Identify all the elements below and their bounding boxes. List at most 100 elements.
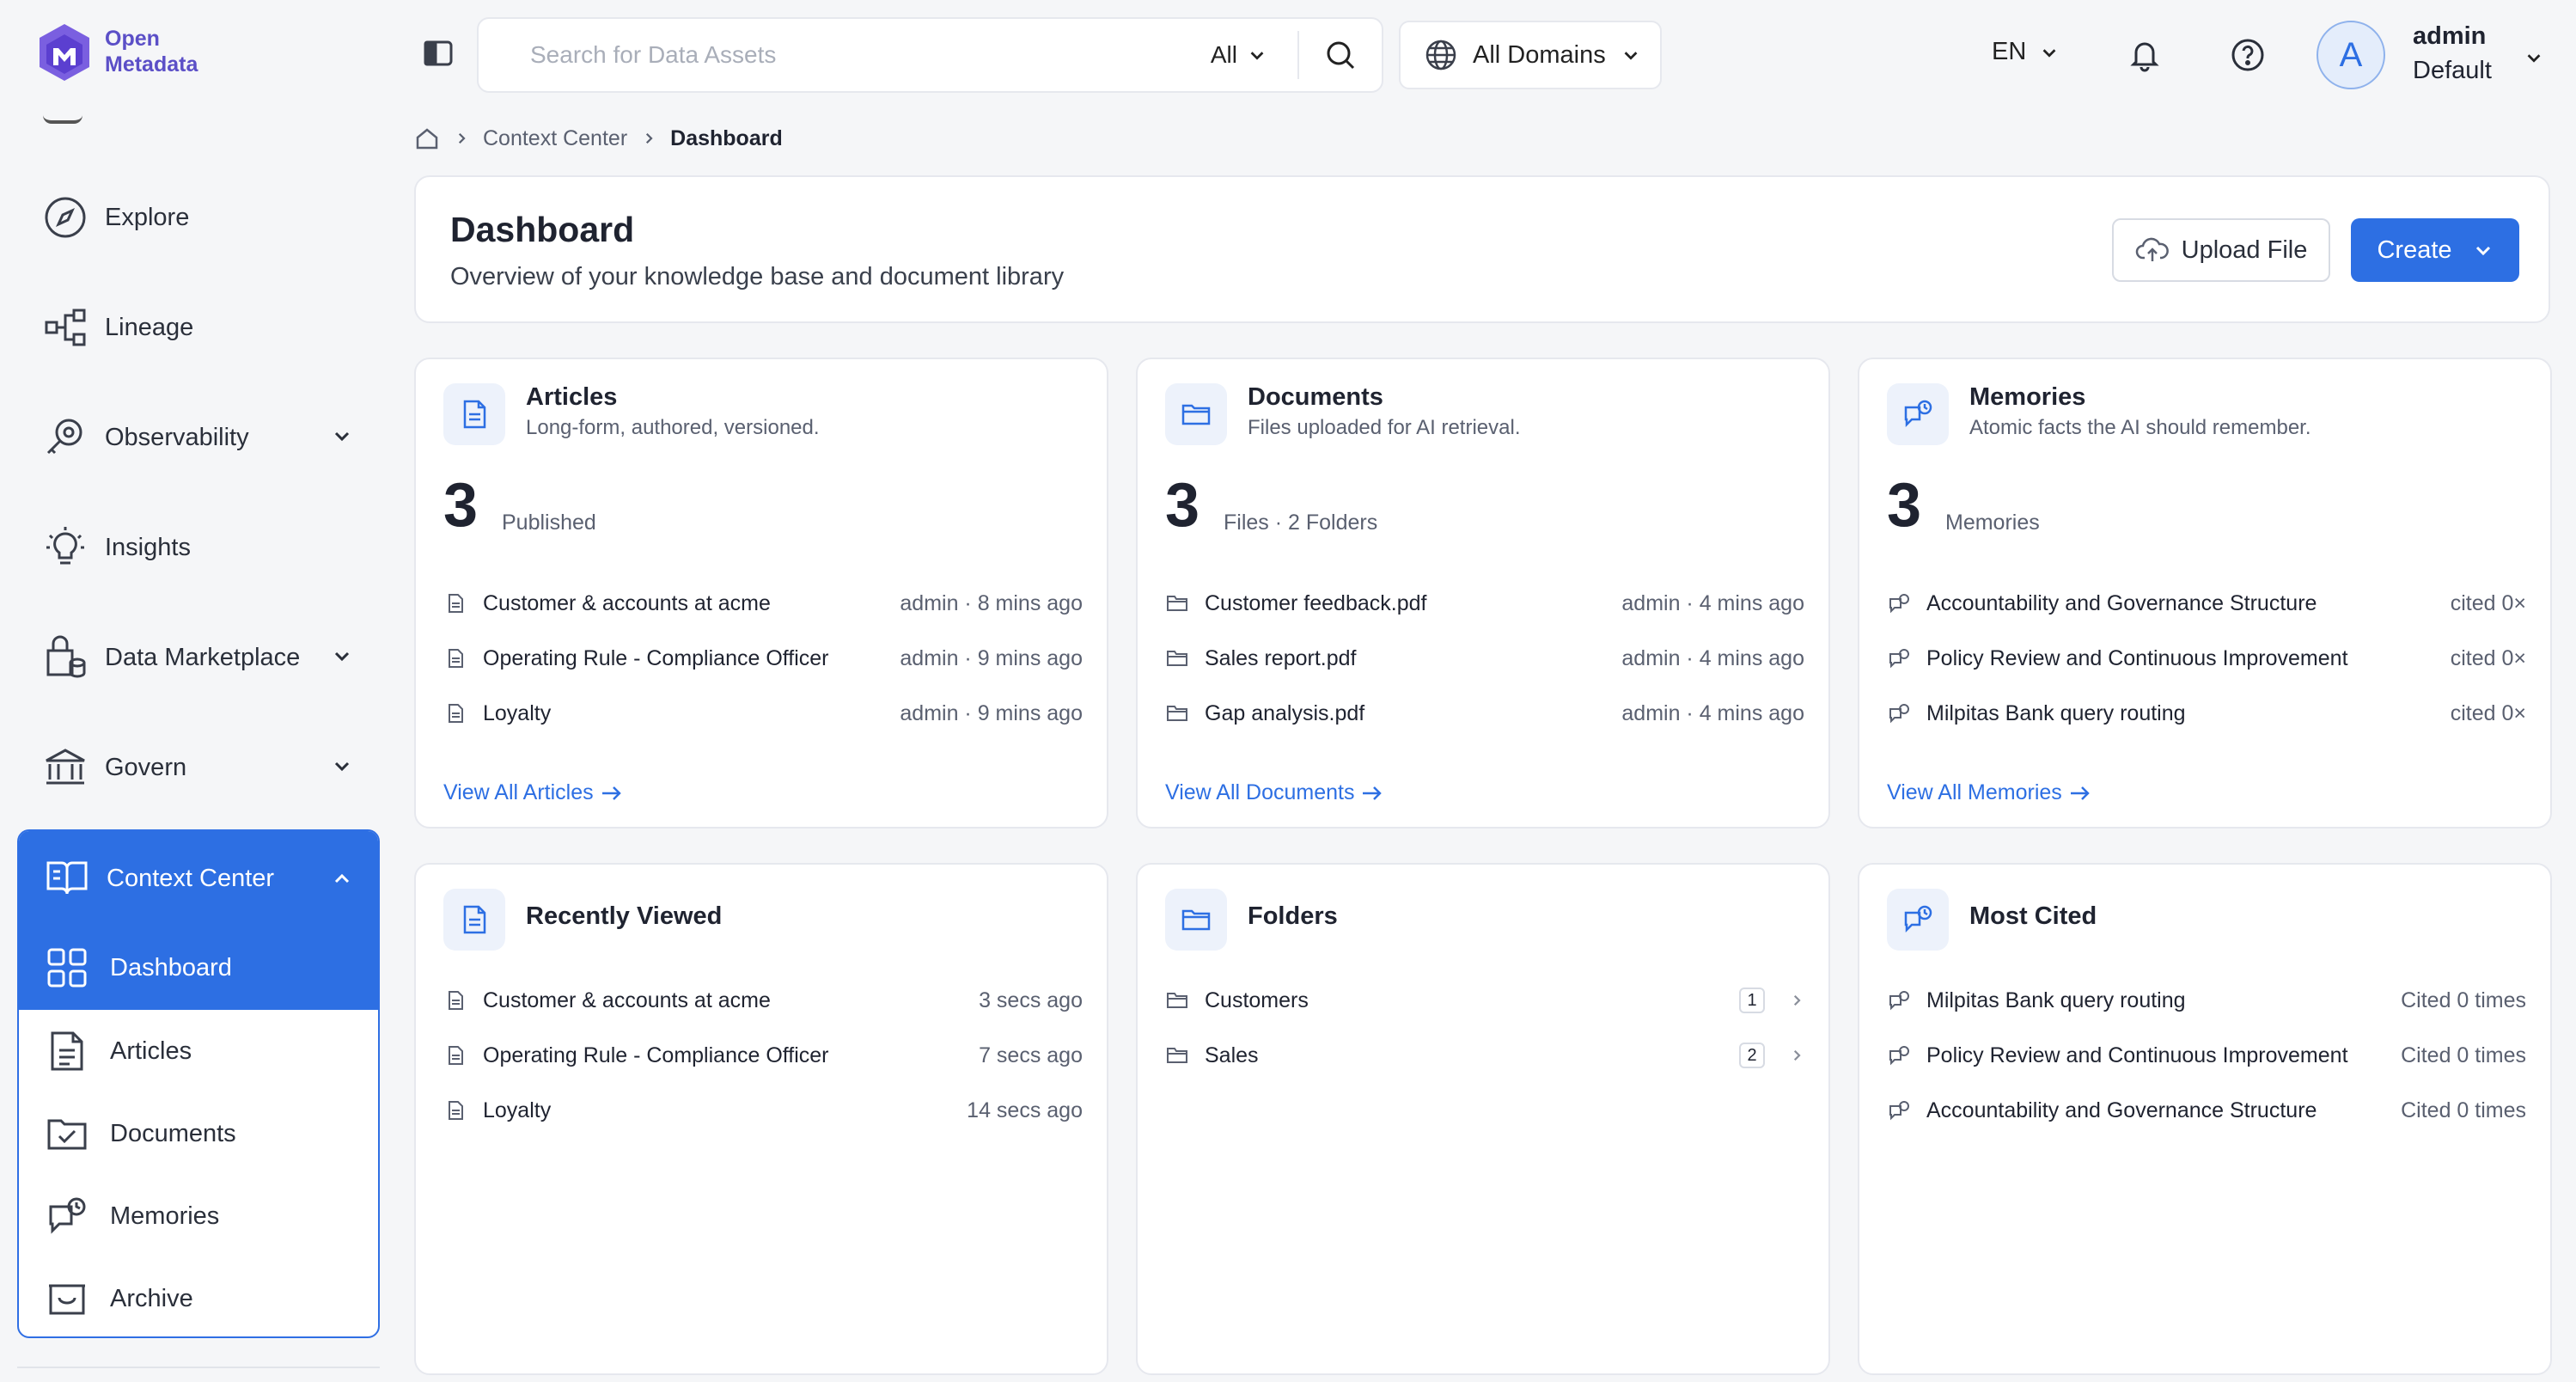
documents-card: Documents Files uploaded for AI retrieva… bbox=[1136, 358, 1830, 829]
list-item[interactable]: Loyalty 14 secs ago bbox=[443, 1083, 1083, 1138]
list-item-label: Operating Rule - Compliance Officer bbox=[483, 1043, 829, 1067]
list-item-label: Policy Review and Continuous Improvement bbox=[1926, 1043, 2348, 1067]
article-icon bbox=[443, 383, 505, 445]
memory-icon bbox=[1887, 701, 1911, 725]
list-item[interactable]: Milpitas Bank query routing Cited 0 time… bbox=[1887, 973, 2526, 1028]
list-item[interactable]: Operating Rule - Compliance Officer admi… bbox=[443, 631, 1083, 686]
user-role: Default bbox=[2413, 57, 2492, 84]
list-item[interactable]: Operating Rule - Compliance Officer 7 se… bbox=[443, 1028, 1083, 1083]
chevron-down-icon[interactable] bbox=[332, 755, 352, 776]
article-icon bbox=[443, 988, 467, 1012]
folder-list: Customers 1 Sales 2 bbox=[1165, 973, 1804, 1083]
chevron-down-icon[interactable] bbox=[2524, 48, 2543, 67]
view-all-articles-link[interactable]: View All Articles bbox=[443, 780, 623, 805]
create-label: Create bbox=[2377, 235, 2452, 264]
list-item[interactable]: Customers 1 bbox=[1165, 973, 1804, 1028]
list-item[interactable]: Sales report.pdf admin · 4 mins ago bbox=[1165, 631, 1804, 686]
sidebar-item-label: Observability bbox=[105, 423, 249, 451]
list-item[interactable]: Accountability and Governance Structure … bbox=[1887, 1083, 2526, 1138]
sidebar-item-explore[interactable]: Explore bbox=[17, 174, 378, 260]
view-all-documents-link[interactable]: View All Documents bbox=[1165, 780, 1383, 805]
list-item[interactable]: Customer & accounts at acme 3 secs ago bbox=[443, 973, 1083, 1028]
search-input[interactable] bbox=[479, 21, 1211, 89]
list-item[interactable]: Customer feedback.pdf admin · 4 mins ago bbox=[1165, 576, 1804, 631]
sidebar-item-label: Insights bbox=[105, 533, 191, 561]
sidebar-item-dashboard[interactable]: Dashboard bbox=[19, 926, 378, 1010]
list-item-meta: cited 0× bbox=[2450, 645, 2526, 670]
page-header: Dashboard Overview of your knowledge bas… bbox=[414, 175, 2550, 323]
most-cited-list: Milpitas Bank query routing Cited 0 time… bbox=[1887, 973, 2526, 1138]
nav-stub-icon bbox=[43, 112, 82, 124]
chevron-down-icon[interactable] bbox=[332, 645, 352, 666]
domain-label: All Domains bbox=[1473, 40, 1606, 69]
view-all-label: View All Articles bbox=[443, 780, 594, 804]
search-scope-dropdown[interactable]: All bbox=[1211, 31, 1299, 79]
list-item-label: Sales report.pdf bbox=[1205, 645, 1357, 670]
list-item[interactable]: Policy Review and Continuous Improvement… bbox=[1887, 631, 2526, 686]
list-item-meta: 3 secs ago bbox=[979, 988, 1083, 1012]
sidebar-item-observability[interactable]: Observability bbox=[17, 394, 378, 480]
breadcrumb-context-center[interactable]: Context Center bbox=[483, 126, 627, 151]
list-item[interactable]: Milpitas Bank query routing cited 0× bbox=[1887, 686, 2526, 741]
bell-icon[interactable] bbox=[2127, 38, 2162, 72]
sidebar-item-articles[interactable]: Articles bbox=[19, 1010, 378, 1092]
sidebar-item-label: Memories bbox=[110, 1202, 220, 1230]
list-item[interactable]: Sales 2 bbox=[1165, 1028, 1804, 1083]
recently-viewed-card: Recently Viewed Customer & accounts at a… bbox=[414, 863, 1108, 1375]
card-count-label: Published bbox=[502, 511, 596, 535]
grid-icon bbox=[45, 945, 89, 990]
sidebar-item-archive[interactable]: Archive bbox=[19, 1257, 378, 1336]
sidebar: Open Metadata Explore Lineage Observabil… bbox=[0, 0, 395, 1382]
domain-selector[interactable]: All Domains bbox=[1399, 21, 1662, 89]
list-item-meta: admin · 9 mins ago bbox=[900, 645, 1083, 670]
sidebar-item-context-center[interactable]: Context Center bbox=[19, 831, 378, 926]
sidebar-item-label: Explore bbox=[105, 203, 190, 231]
chevron-up-icon[interactable] bbox=[332, 869, 352, 890]
sidebar-item-insights[interactable]: Insights bbox=[17, 504, 378, 590]
list-item-meta: admin · 4 mins ago bbox=[1621, 700, 1804, 725]
list-item-label: Sales bbox=[1205, 1043, 1259, 1067]
home-icon[interactable] bbox=[414, 125, 440, 151]
memory-list: Accountability and Governance Structure … bbox=[1887, 576, 2526, 741]
memory-icon bbox=[1887, 889, 1949, 951]
article-icon bbox=[443, 701, 467, 725]
avatar[interactable]: A bbox=[2317, 21, 2385, 89]
sidebar-item-govern[interactable]: Govern bbox=[17, 725, 378, 810]
create-button[interactable]: Create bbox=[2351, 218, 2519, 282]
card-count: 3 bbox=[1887, 471, 1922, 540]
list-item-label: Customer feedback.pdf bbox=[1205, 590, 1427, 615]
search-button[interactable] bbox=[1299, 21, 1382, 89]
list-item-meta: cited 0× bbox=[2450, 590, 2526, 615]
search-icon bbox=[1327, 41, 1355, 70]
upload-file-button[interactable]: Upload File bbox=[2112, 218, 2330, 282]
language-selector[interactable]: EN bbox=[1992, 38, 2059, 66]
list-item[interactable]: Accountability and Governance Structure … bbox=[1887, 576, 2526, 631]
list-item-meta: cited 0× bbox=[2450, 700, 2526, 725]
list-item[interactable]: Policy Review and Continuous Improvement… bbox=[1887, 1028, 2526, 1083]
globe-icon bbox=[1425, 40, 1456, 70]
sidebar-item-lineage[interactable]: Lineage bbox=[17, 284, 378, 370]
sidebar-item-memories[interactable]: Memories bbox=[19, 1175, 378, 1257]
sidebar-toggle-icon[interactable] bbox=[423, 38, 454, 69]
help-icon[interactable] bbox=[2231, 38, 2265, 72]
sidebar-item-documents[interactable]: Documents bbox=[19, 1092, 378, 1175]
card-title: Articles bbox=[526, 383, 618, 411]
breadcrumb-dashboard: Dashboard bbox=[670, 125, 783, 150]
chevron-down-icon[interactable] bbox=[332, 425, 352, 446]
list-item-meta: admin · 4 mins ago bbox=[1621, 645, 1804, 670]
folder-icon bbox=[1165, 701, 1189, 725]
openmetadata-logo[interactable]: Open Metadata bbox=[34, 19, 198, 84]
sidebar-item-data-marketplace[interactable]: Data Marketplace bbox=[17, 615, 378, 700]
page-subtitle: Overview of your knowledge base and docu… bbox=[450, 263, 1065, 290]
article-icon bbox=[443, 1043, 467, 1067]
list-item-label: Gap analysis.pdf bbox=[1205, 700, 1365, 725]
list-item[interactable]: Customer & accounts at acme admin · 8 mi… bbox=[443, 576, 1083, 631]
list-item[interactable]: Gap analysis.pdf admin · 4 mins ago bbox=[1165, 686, 1804, 741]
card-count-label: Memories bbox=[1945, 511, 2040, 535]
article-icon bbox=[443, 591, 467, 615]
lineage-icon bbox=[41, 303, 89, 352]
chevron-down-icon bbox=[1250, 52, 1264, 60]
list-item[interactable]: Loyalty admin · 9 mins ago bbox=[443, 686, 1083, 741]
user-name[interactable]: admin bbox=[2413, 22, 2486, 51]
view-all-memories-link[interactable]: View All Memories bbox=[1887, 780, 2091, 805]
